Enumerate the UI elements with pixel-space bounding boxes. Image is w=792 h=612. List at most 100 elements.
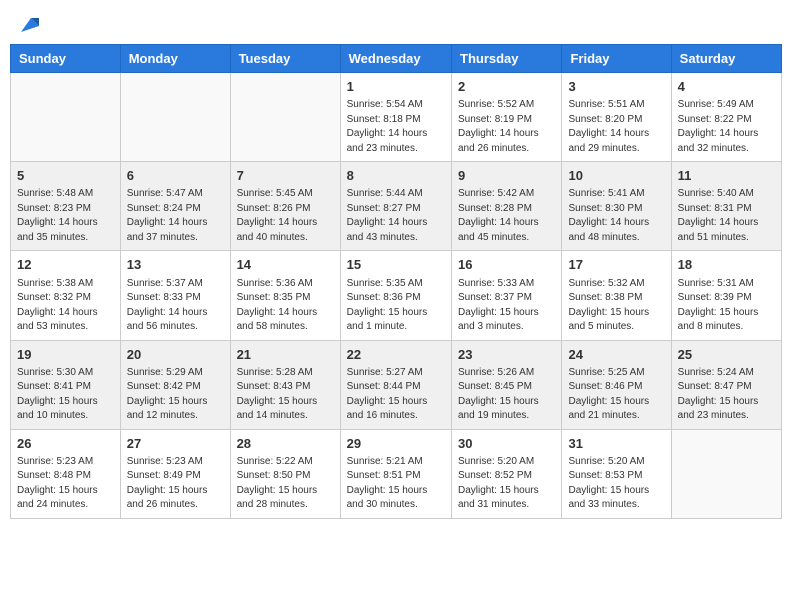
calendar-cell: 27Sunrise: 5:23 AM Sunset: 8:49 PM Dayli… <box>120 429 230 518</box>
day-number: 26 <box>17 435 114 453</box>
day-info: Sunrise: 5:41 AM Sunset: 8:30 PM Dayligh… <box>568 187 664 245</box>
day-info: Sunrise: 5:40 AM Sunset: 8:31 PM Dayligh… <box>678 187 775 245</box>
calendar-week-4: 19Sunrise: 5:30 AM Sunset: 8:41 PM Dayli… <box>11 340 782 429</box>
day-info: Sunrise: 5:37 AM Sunset: 8:33 PM Dayligh… <box>127 277 224 335</box>
day-number: 2 <box>458 78 555 96</box>
calendar-cell: 4 Sunrise: 5:49 AM Sunset: 8:22 PM Daylig… <box>671 73 781 162</box>
day-number: 1 <box>347 78 445 96</box>
day-info: Sunrise: 5:51 AM Sunset: 8:20 PM Dayligh… <box>568 98 664 156</box>
day-number: 9 <box>458 167 555 185</box>
day-info: Sunrise: 5:25 AM Sunset: 8:46 PM Dayligh… <box>568 366 664 424</box>
weekday-header-wednesday: Wednesday <box>340 45 451 73</box>
calendar-week-3: 12Sunrise: 5:38 AM Sunset: 8:32 PM Dayli… <box>11 251 782 340</box>
calendar-cell: 28 Sunrise: 5:22 AM Sunset: 8:50 PM Dayli… <box>230 429 340 518</box>
calendar-cell: 30Sunrise: 5:20 AM Sunset: 8:52 PM Dayli… <box>452 429 562 518</box>
weekday-header-sunday: Sunday <box>11 45 121 73</box>
calendar-cell: 19Sunrise: 5:30 AM Sunset: 8:41 PM Dayli… <box>11 340 121 429</box>
calendar-cell: 2 Sunrise: 5:52 AM Sunset: 8:19 PM Daylig… <box>452 73 562 162</box>
calendar-cell: 16 Sunrise: 5:33 AM Sunset: 8:37 PM Dayli… <box>452 251 562 340</box>
day-number: 3 <box>568 78 664 96</box>
day-info: Sunrise: 5:32 AM Sunset: 8:38 PM Dayligh… <box>568 277 664 335</box>
calendar-table: SundayMondayTuesdayWednesdayThursdayFrid… <box>10 44 782 519</box>
calendar-cell: 15 Sunrise: 5:35 AM Sunset: 8:36 PM Dayli… <box>340 251 451 340</box>
day-number: 18 <box>678 256 775 274</box>
day-number: 28 <box>237 435 334 453</box>
day-info: Sunrise: 5:28 AM Sunset: 8:43 PM Dayligh… <box>237 366 334 424</box>
calendar-cell <box>671 429 781 518</box>
calendar-cell: 13 Sunrise: 5:37 AM Sunset: 8:33 PM Dayli… <box>120 251 230 340</box>
weekday-header-thursday: Thursday <box>452 45 562 73</box>
weekday-header-tuesday: Tuesday <box>230 45 340 73</box>
calendar-cell: 9 Sunrise: 5:42 AM Sunset: 8:28 PM Daylig… <box>452 162 562 251</box>
day-info: Sunrise: 5:23 AM Sunset: 8:48 PM Dayligh… <box>17 455 114 513</box>
day-number: 15 <box>347 256 445 274</box>
calendar-cell: 14 Sunrise: 5:36 AM Sunset: 8:35 PM Dayli… <box>230 251 340 340</box>
day-info: Sunrise: 5:33 AM Sunset: 8:37 PM Dayligh… <box>458 277 555 335</box>
logo <box>16 14 39 32</box>
calendar-cell: 3 Sunrise: 5:51 AM Sunset: 8:20 PM Daylig… <box>562 73 671 162</box>
calendar-cell: 1 Sunrise: 5:54 AM Sunset: 8:18 PM Daylig… <box>340 73 451 162</box>
day-info: Sunrise: 5:38 AM Sunset: 8:32 PM Dayligh… <box>17 277 114 335</box>
calendar-cell <box>11 73 121 162</box>
day-number: 8 <box>347 167 445 185</box>
day-number: 21 <box>237 346 334 364</box>
calendar-cell <box>120 73 230 162</box>
day-number: 14 <box>237 256 334 274</box>
day-info: Sunrise: 5:26 AM Sunset: 8:45 PM Dayligh… <box>458 366 555 424</box>
day-info: Sunrise: 5:21 AM Sunset: 8:51 PM Dayligh… <box>347 455 445 513</box>
calendar-cell: 21 Sunrise: 5:28 AM Sunset: 8:43 PM Dayli… <box>230 340 340 429</box>
calendar-week-2: 5 Sunrise: 5:48 AM Sunset: 8:23 PM Daylig… <box>11 162 782 251</box>
day-number: 31 <box>568 435 664 453</box>
calendar-cell: 11 Sunrise: 5:40 AM Sunset: 8:31 PM Dayli… <box>671 162 781 251</box>
day-info: Sunrise: 5:30 AM Sunset: 8:41 PM Dayligh… <box>17 366 114 424</box>
day-info: Sunrise: 5:35 AM Sunset: 8:36 PM Dayligh… <box>347 277 445 335</box>
calendar-cell: 23 Sunrise: 5:26 AM Sunset: 8:45 PM Dayli… <box>452 340 562 429</box>
page-header <box>10 10 782 36</box>
calendar-cell: 8 Sunrise: 5:44 AM Sunset: 8:27 PM Daylig… <box>340 162 451 251</box>
day-info: Sunrise: 5:24 AM Sunset: 8:47 PM Dayligh… <box>678 366 775 424</box>
calendar-cell: 6 Sunrise: 5:47 AM Sunset: 8:24 PM Daylig… <box>120 162 230 251</box>
weekday-header-row: SundayMondayTuesdayWednesdayThursdayFrid… <box>11 45 782 73</box>
day-info: Sunrise: 5:22 AM Sunset: 8:50 PM Dayligh… <box>237 455 334 513</box>
day-info: Sunrise: 5:31 AM Sunset: 8:39 PM Dayligh… <box>678 277 775 335</box>
day-info: Sunrise: 5:49 AM Sunset: 8:22 PM Dayligh… <box>678 98 775 156</box>
calendar-cell: 20 Sunrise: 5:29 AM Sunset: 8:42 PM Dayli… <box>120 340 230 429</box>
day-number: 16 <box>458 256 555 274</box>
calendar-week-1: 1 Sunrise: 5:54 AM Sunset: 8:18 PM Daylig… <box>11 73 782 162</box>
day-number: 10 <box>568 167 664 185</box>
day-number: 4 <box>678 78 775 96</box>
day-number: 6 <box>127 167 224 185</box>
day-number: 23 <box>458 346 555 364</box>
calendar-cell: 7Sunrise: 5:45 AM Sunset: 8:26 PM Daylig… <box>230 162 340 251</box>
day-info: Sunrise: 5:29 AM Sunset: 8:42 PM Dayligh… <box>127 366 224 424</box>
calendar-cell: 22 Sunrise: 5:27 AM Sunset: 8:44 PM Dayli… <box>340 340 451 429</box>
calendar-cell: 24 Sunrise: 5:25 AM Sunset: 8:46 PM Dayli… <box>562 340 671 429</box>
day-info: Sunrise: 5:44 AM Sunset: 8:27 PM Dayligh… <box>347 187 445 245</box>
weekday-header-monday: Monday <box>120 45 230 73</box>
weekday-header-friday: Friday <box>562 45 671 73</box>
day-info: Sunrise: 5:48 AM Sunset: 8:23 PM Dayligh… <box>17 187 114 245</box>
calendar-cell: 25Sunrise: 5:24 AM Sunset: 8:47 PM Dayli… <box>671 340 781 429</box>
calendar-cell: 26 Sunrise: 5:23 AM Sunset: 8:48 PM Dayli… <box>11 429 121 518</box>
calendar-cell: 17Sunrise: 5:32 AM Sunset: 8:38 PM Dayli… <box>562 251 671 340</box>
calendar-cell: 5 Sunrise: 5:48 AM Sunset: 8:23 PM Daylig… <box>11 162 121 251</box>
day-number: 27 <box>127 435 224 453</box>
day-info: Sunrise: 5:20 AM Sunset: 8:53 PM Dayligh… <box>568 455 664 513</box>
calendar-cell: 31 Sunrise: 5:20 AM Sunset: 8:53 PM Dayli… <box>562 429 671 518</box>
calendar-cell <box>230 73 340 162</box>
day-info: Sunrise: 5:36 AM Sunset: 8:35 PM Dayligh… <box>237 277 334 335</box>
weekday-header-saturday: Saturday <box>671 45 781 73</box>
calendar-cell: 18 Sunrise: 5:31 AM Sunset: 8:39 PM Dayli… <box>671 251 781 340</box>
day-number: 22 <box>347 346 445 364</box>
calendar-cell: 12Sunrise: 5:38 AM Sunset: 8:32 PM Dayli… <box>11 251 121 340</box>
day-number: 24 <box>568 346 664 364</box>
day-number: 20 <box>127 346 224 364</box>
day-info: Sunrise: 5:42 AM Sunset: 8:28 PM Dayligh… <box>458 187 555 245</box>
day-number: 11 <box>678 167 775 185</box>
day-info: Sunrise: 5:47 AM Sunset: 8:24 PM Dayligh… <box>127 187 224 245</box>
day-info: Sunrise: 5:27 AM Sunset: 8:44 PM Dayligh… <box>347 366 445 424</box>
day-info: Sunrise: 5:52 AM Sunset: 8:19 PM Dayligh… <box>458 98 555 156</box>
day-number: 5 <box>17 167 114 185</box>
day-number: 13 <box>127 256 224 274</box>
day-info: Sunrise: 5:54 AM Sunset: 8:18 PM Dayligh… <box>347 98 445 156</box>
